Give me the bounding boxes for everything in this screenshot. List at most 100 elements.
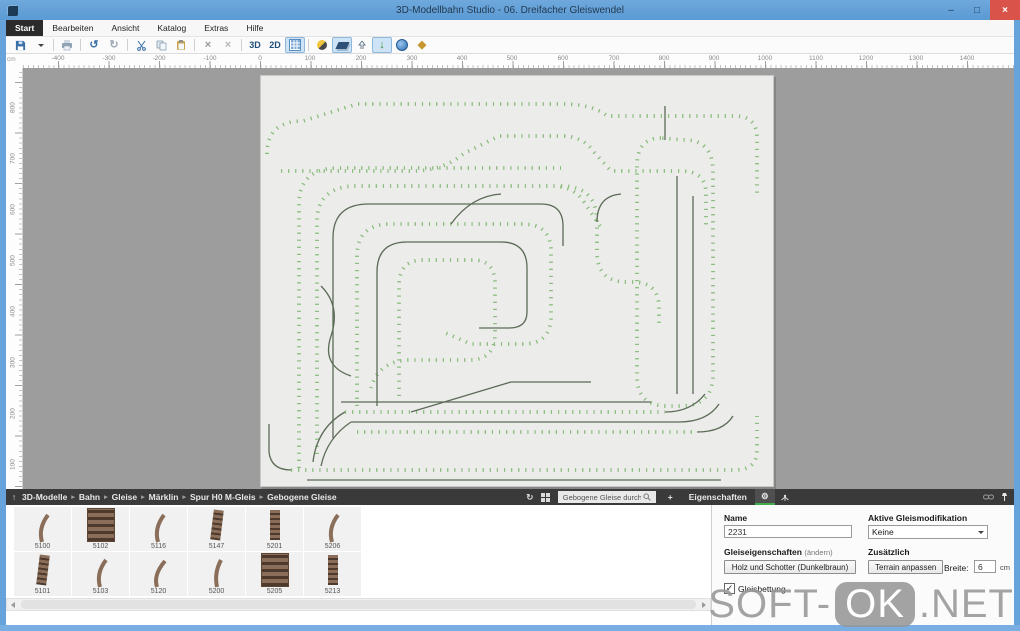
breadcrumb-item[interactable]: 3D-Modelle bbox=[22, 492, 67, 502]
material-button[interactable]: Holz und Schotter (Dunkelbraun) bbox=[724, 560, 856, 574]
refresh-icon: ↻ bbox=[526, 492, 533, 503]
ruler-label: 1300 bbox=[909, 55, 923, 62]
paste-icon bbox=[176, 40, 187, 51]
refresh-button[interactable]: ↻ bbox=[522, 489, 538, 505]
ruler-label: 600 bbox=[10, 204, 17, 216]
move-mode-button[interactable] bbox=[352, 37, 372, 53]
link-panel-button[interactable] bbox=[980, 489, 996, 505]
breadcrumb-item[interactable]: Gleise bbox=[112, 492, 138, 502]
paste-button[interactable] bbox=[171, 37, 191, 53]
track-thumbnail-sleepers-curved bbox=[36, 555, 50, 586]
catalog-item[interactable]: 5100 bbox=[14, 507, 71, 551]
catalog-item-id: 5102 bbox=[72, 543, 129, 550]
catalog-item[interactable]: 5206 bbox=[304, 507, 361, 551]
delete-selection-button[interactable]: × bbox=[198, 37, 218, 53]
tab-settings[interactable]: ⚙ bbox=[755, 489, 775, 505]
snap-toggle-button[interactable]: ↓ bbox=[372, 37, 392, 53]
catalog-item[interactable]: 5213 bbox=[304, 552, 361, 596]
menu-ansicht[interactable]: Ansicht bbox=[103, 20, 149, 36]
search-input[interactable] bbox=[561, 492, 643, 503]
move-arrows-icon bbox=[356, 40, 368, 51]
search-icon bbox=[643, 493, 651, 501]
catalog-search[interactable] bbox=[558, 491, 656, 503]
printer-icon bbox=[61, 40, 73, 51]
breadcrumb-item[interactable]: Gebogene Gleise bbox=[267, 492, 336, 502]
width-input[interactable]: 6 bbox=[974, 560, 996, 573]
ruler-label: 1000 bbox=[758, 55, 772, 62]
globe-button[interactable] bbox=[392, 37, 412, 53]
catalog-item[interactable]: 5103 bbox=[72, 552, 129, 596]
catalog-item[interactable]: 5102 bbox=[72, 507, 129, 551]
track-props-change-link[interactable]: (ändern) bbox=[804, 548, 832, 557]
catalog-item[interactable]: 5147 bbox=[188, 507, 245, 551]
tab-gizmo[interactable] bbox=[775, 489, 795, 505]
menu-bearbeiten[interactable]: Bearbeiten bbox=[43, 20, 102, 36]
menu-katalog[interactable]: Katalog bbox=[148, 20, 195, 36]
catalog-item-id: 5100 bbox=[14, 543, 71, 550]
menu-start[interactable]: Start bbox=[6, 20, 43, 36]
name-value: 2231 bbox=[728, 527, 747, 537]
cut-button[interactable] bbox=[131, 37, 151, 53]
redo-button[interactable]: ↻ bbox=[104, 37, 124, 53]
catalog-scrollbar[interactable] bbox=[6, 598, 711, 611]
scrollbar-thumb[interactable] bbox=[21, 600, 696, 609]
catalog-item[interactable]: 5200 bbox=[188, 552, 245, 596]
breadcrumb-item[interactable]: Märklin bbox=[149, 492, 179, 502]
ruler-label: 500 bbox=[507, 55, 518, 62]
undo-button[interactable]: ↺ bbox=[84, 37, 104, 53]
grid-toggle-button[interactable] bbox=[285, 37, 305, 53]
track-plan-board[interactable] bbox=[260, 75, 774, 487]
ruler-label: 400 bbox=[457, 55, 468, 62]
breadcrumb-item[interactable]: Bahn bbox=[79, 492, 100, 502]
tab-eigenschaften[interactable]: Eigenschaften bbox=[681, 489, 755, 505]
scroll-left-button[interactable] bbox=[7, 602, 19, 608]
print-button[interactable] bbox=[57, 37, 77, 53]
copy-button[interactable] bbox=[151, 37, 171, 53]
track-thumbnail-sleepers-straight bbox=[328, 555, 338, 585]
track-thumbnail-curved bbox=[23, 512, 63, 546]
catalog-item[interactable]: 5205 bbox=[246, 552, 303, 596]
width-label: Breite: bbox=[944, 563, 969, 573]
menu-extras[interactable]: Extras bbox=[195, 20, 237, 36]
add-tab-button[interactable]: + bbox=[660, 489, 681, 505]
modification-select[interactable]: Keine bbox=[868, 525, 988, 539]
track-props-label-row: Gleiseigenschaften (ändern) bbox=[724, 547, 833, 557]
ruler-label: 200 bbox=[10, 408, 17, 420]
canvas-workspace[interactable]: 800 700 600 500 400 300 200 100 bbox=[6, 68, 1014, 489]
daylight-toggle-button[interactable] bbox=[312, 37, 332, 53]
breadcrumb-item[interactable]: Spur H0 M-Gleis bbox=[190, 492, 256, 502]
track-thumbnail-sleepers-curved bbox=[210, 510, 224, 541]
view-2d-button[interactable]: 2D bbox=[265, 37, 285, 53]
catalog-item-id: 5206 bbox=[304, 543, 361, 550]
menu-hilfe[interactable]: Hilfe bbox=[237, 20, 272, 36]
breadcrumb-separator: ▸ bbox=[260, 493, 264, 501]
layer-toggle-button[interactable] bbox=[332, 37, 352, 53]
view-mode-button[interactable] bbox=[538, 489, 554, 505]
name-input[interactable]: 2231 bbox=[724, 525, 852, 538]
catalog-item-id: 5200 bbox=[188, 588, 245, 595]
save-button[interactable] bbox=[10, 37, 30, 53]
pin-panel-button[interactable] bbox=[996, 489, 1012, 505]
catalog-item[interactable]: 5101 bbox=[14, 552, 71, 596]
watermark-part2: OK bbox=[835, 582, 915, 627]
catalog-item[interactable]: 5201 bbox=[246, 507, 303, 551]
toolbar: ↺ ↻ × × 3D 2D ↓ ◆ bbox=[6, 37, 1014, 54]
ruler-label: 700 bbox=[609, 55, 620, 62]
ruler-unit: cm bbox=[7, 56, 16, 63]
pin-icon bbox=[1000, 492, 1009, 502]
terrain-button[interactable]: Terrain anpassen bbox=[868, 560, 943, 574]
chevron-down-icon bbox=[38, 44, 44, 47]
breadcrumb-separator: ▸ bbox=[182, 493, 186, 501]
navigate-up-button[interactable]: ↑ bbox=[6, 489, 22, 505]
breadcrumb-separator: ▸ bbox=[71, 493, 75, 501]
catalog-item-id: 5120 bbox=[130, 588, 187, 595]
delete-all-button[interactable]: × bbox=[218, 37, 238, 53]
ruler-label: 400 bbox=[10, 306, 17, 318]
catalog-item[interactable]: 5120 bbox=[130, 552, 187, 596]
gem-button[interactable]: ◆ bbox=[412, 37, 432, 53]
save-dropdown-button[interactable] bbox=[30, 37, 50, 53]
ruler-label: -400 bbox=[51, 55, 64, 62]
title-bar: 3D-Modellbahn Studio - 06. Dreifacher Gl… bbox=[0, 0, 1020, 20]
catalog-item[interactable]: 5116 bbox=[130, 507, 187, 551]
view-3d-button[interactable]: 3D bbox=[245, 37, 265, 53]
